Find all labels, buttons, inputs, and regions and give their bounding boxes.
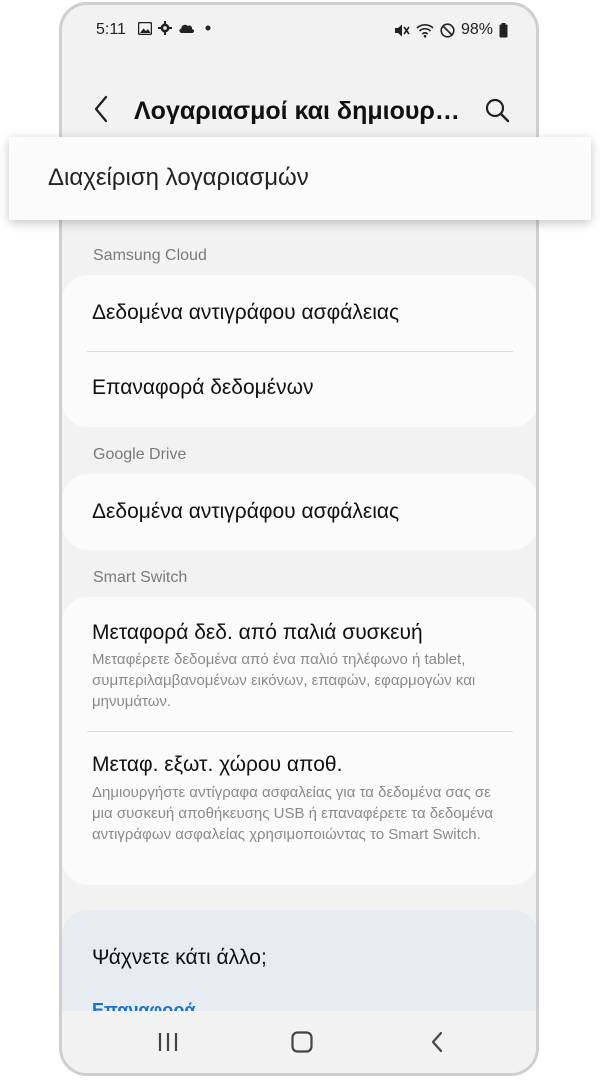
search-icon (485, 98, 510, 123)
section-label-smart-switch: Smart Switch (93, 569, 188, 586)
list-item-subtitle: Δημιουργήστε αντίγραφα ασφαλείας για τα … (92, 784, 494, 843)
nav-back-icon (431, 1031, 443, 1053)
image-icon (138, 21, 152, 35)
section-label-samsung-cloud: Samsung Cloud (93, 247, 207, 264)
menu-item-manage-accounts[interactable]: Διαχείριση λογαριασμών (48, 164, 309, 192)
wifi-icon (416, 23, 434, 37)
home-icon (291, 1031, 313, 1053)
navigation-bar (62, 1011, 536, 1073)
status-time: 5:11 (96, 21, 126, 38)
list-item-title: Δεδομένα αντιγράφου ασφάλειας (92, 301, 400, 324)
gear-icon (158, 21, 172, 35)
popup-menu: Διαχείριση λογαριασμών (9, 137, 591, 220)
page-title: Λογαριασμοί και δημιουρ… (134, 97, 460, 125)
back-arrow-icon (94, 95, 108, 123)
list-item-title: Δεδομένα αντιγράφου ασφάλειας (92, 500, 400, 523)
dot-icon (205, 25, 211, 31)
list-item-transfer-old-device[interactable]: Μεταφορά δεδ. από παλιά συσκευή Μεταφέρε… (62, 597, 536, 731)
list-item-title: Μεταφορά δεδ. από παλιά συσκευή (92, 621, 423, 644)
samsung-cloud-card: Δεδομένα αντιγράφου ασφάλειας Επαναφορά … (62, 275, 536, 427)
back-button[interactable] (86, 91, 116, 127)
recent-apps-button[interactable] (148, 1025, 188, 1059)
list-item-subtitle: Μεταφέρετε δεδομένα από ένα παλιό τηλέφω… (92, 651, 476, 710)
list-item-title: Μεταφ. εξωτ. χώρου αποθ. (92, 753, 343, 776)
list-item-google-backup[interactable]: Δεδομένα αντιγράφου ασφάλειας (62, 474, 536, 550)
list-item-samsung-backup[interactable]: Δεδομένα αντιγράφου ασφάλειας (62, 275, 536, 351)
google-drive-card: Δεδομένα αντιγράφου ασφάλειας (62, 474, 536, 550)
blocked-icon (440, 22, 455, 38)
home-button[interactable] (282, 1025, 322, 1059)
battery-icon (499, 22, 508, 37)
recent-apps-icon (158, 1033, 178, 1051)
list-item-samsung-restore[interactable]: Επαναφορά δεδομένων (62, 351, 536, 427)
search-button[interactable] (480, 93, 514, 127)
list-item-external-storage[interactable]: Μεταφ. εξωτ. χώρου αποθ. Δημιουργήστε αν… (62, 731, 536, 885)
cloud-icon (179, 24, 195, 33)
nav-back-button[interactable] (417, 1025, 457, 1059)
section-label-google-drive: Google Drive (93, 446, 187, 463)
status-bar: 5:11 98% (62, 5, 536, 53)
list-item-title: Επαναφορά δεδομένων (92, 376, 314, 399)
mute-icon (394, 24, 410, 36)
help-title: Ψάχνετε κάτι άλλο; (92, 946, 267, 969)
battery-percentage: 98% (460, 21, 493, 38)
app-bar: Λογαριασμοί και δημιουρ… (62, 83, 536, 139)
smart-switch-card: Μεταφορά δεδ. από παλιά συσκευή Μεταφέρε… (62, 597, 536, 885)
